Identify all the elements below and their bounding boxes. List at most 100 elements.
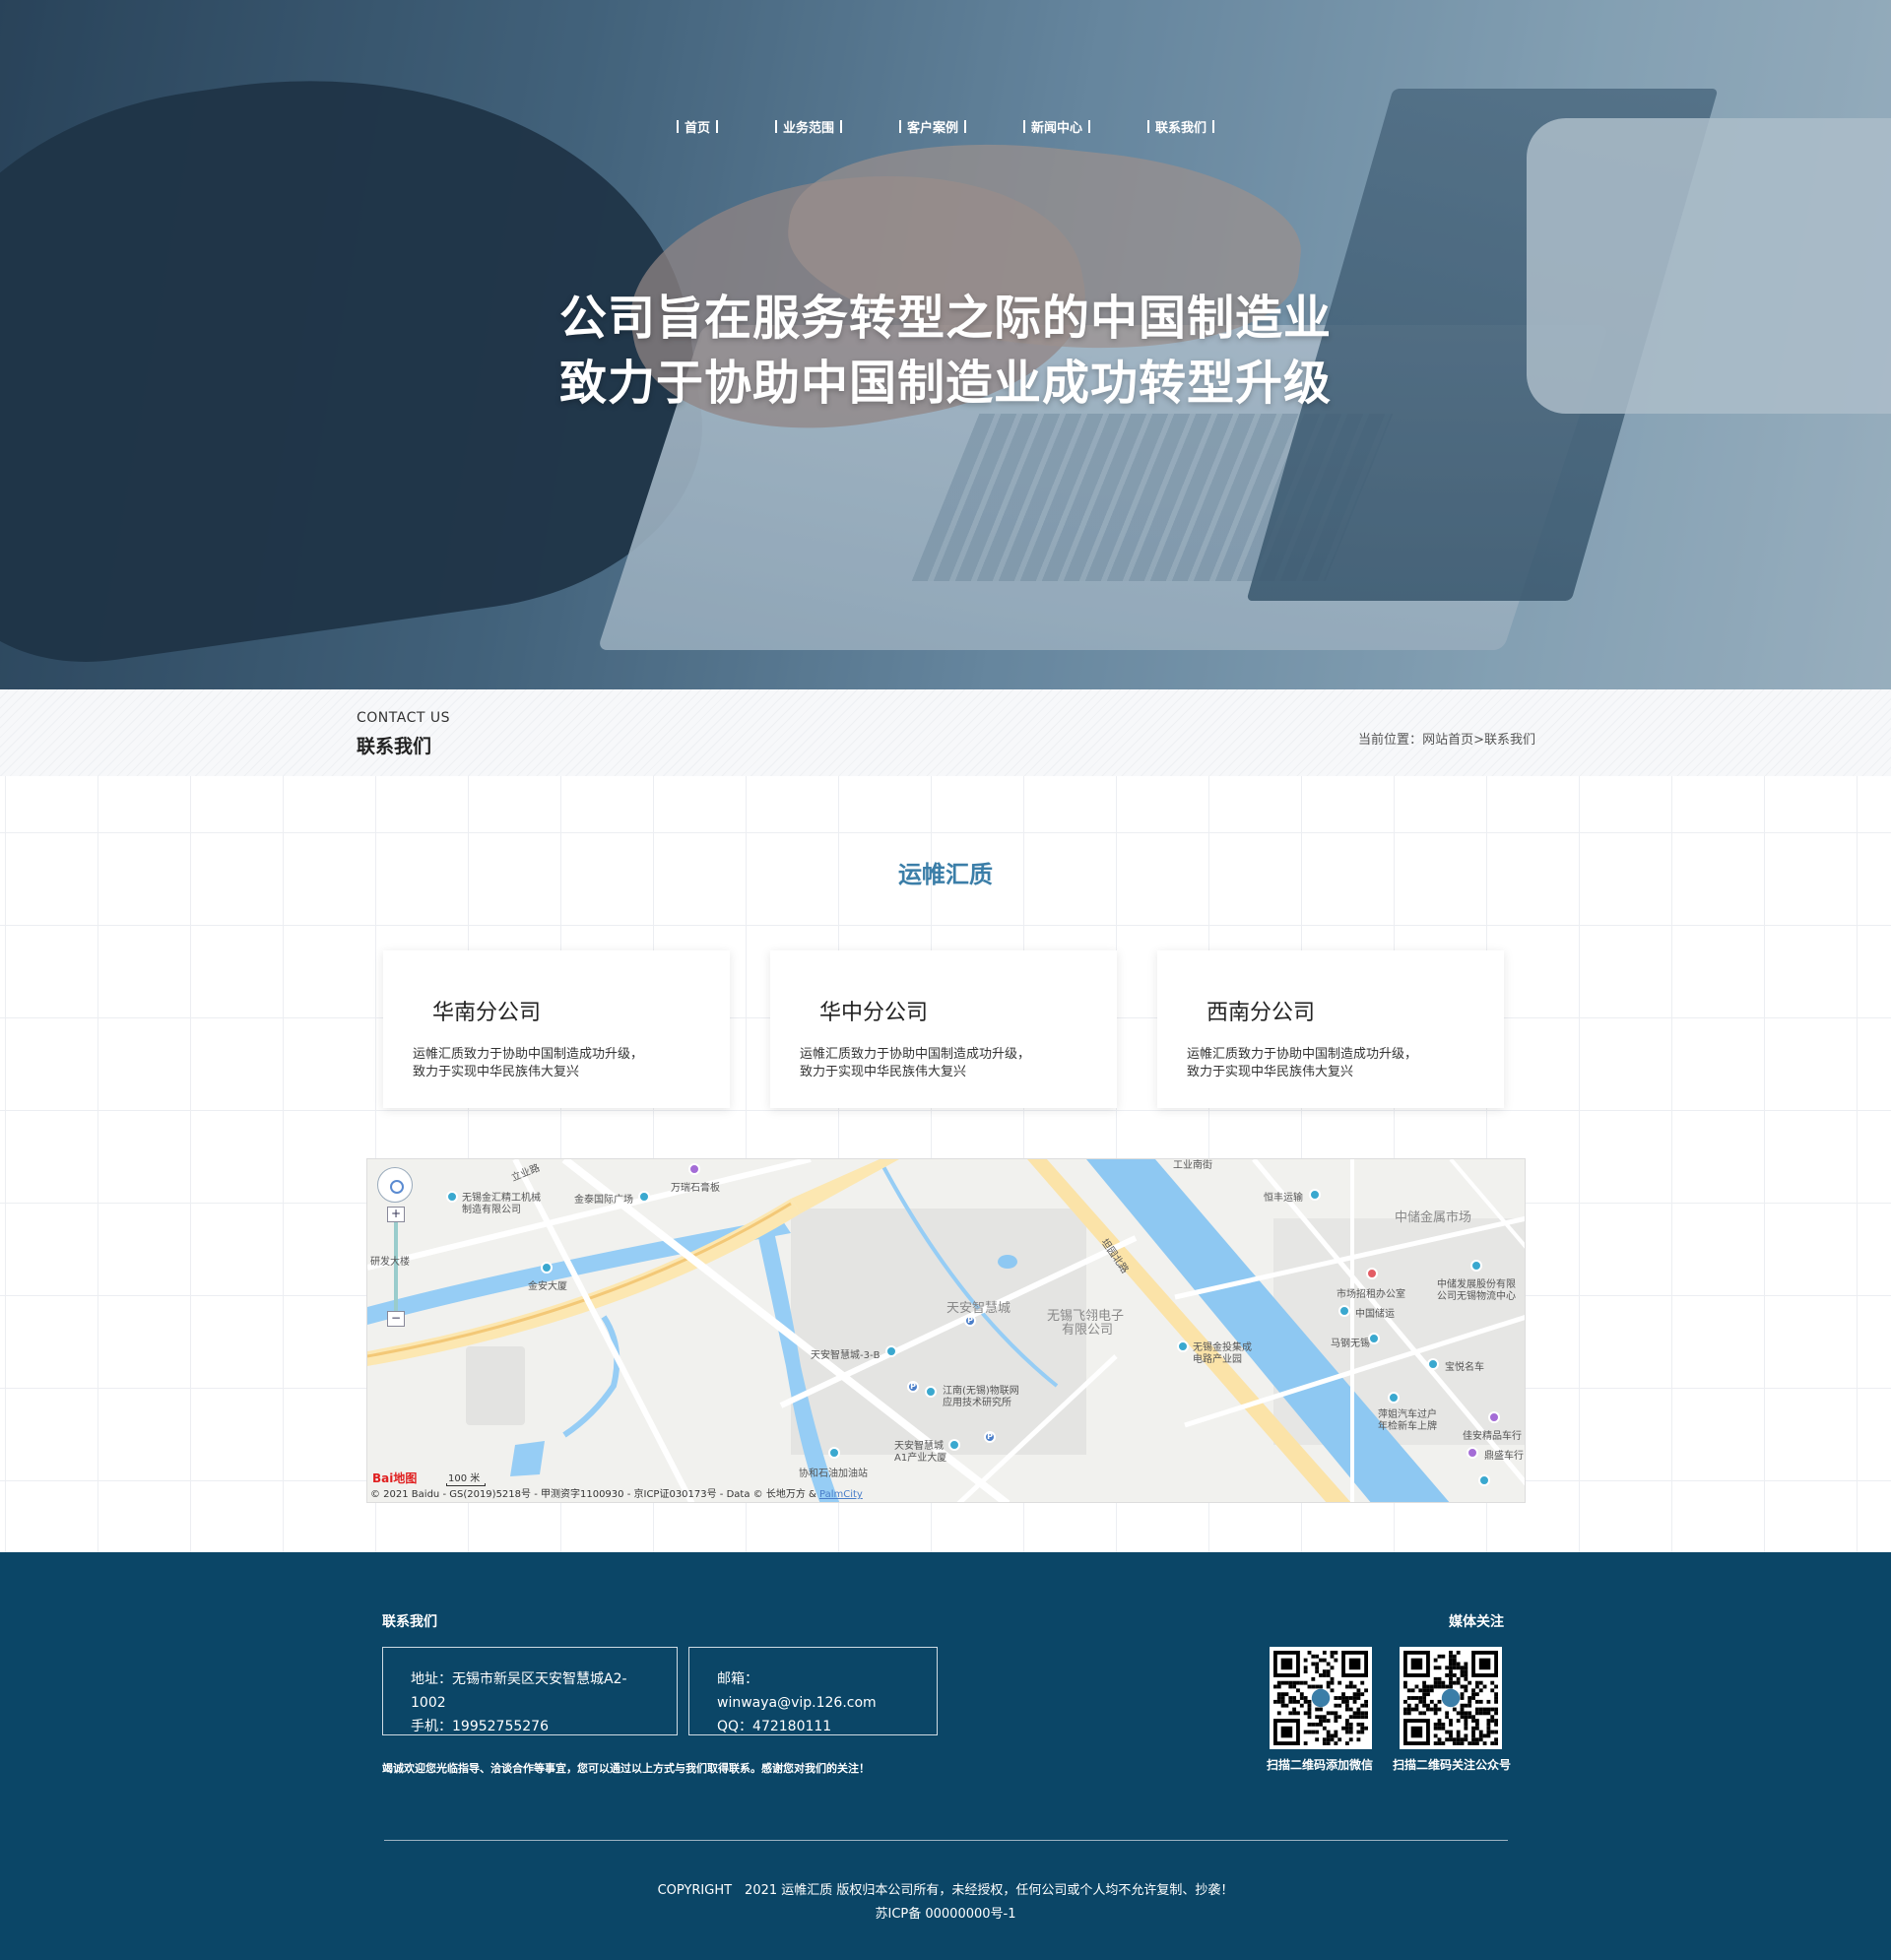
- map-copyright: © 2021 Baidu - GS(2019)5218号 - 甲测资字11009…: [370, 1485, 863, 1500]
- map-poi-label: 佳安精品车行: [1463, 1431, 1522, 1442]
- map-poi-marker[interactable]: [1470, 1260, 1482, 1272]
- official-account-qr-code: [1400, 1647, 1502, 1749]
- map-poi-marker[interactable]: [1177, 1340, 1189, 1352]
- footer-email: 邮箱：winwaya@vip.126.com: [717, 1671, 877, 1711]
- footer-address: 地址：无锡市新吴区天安智慧城A2-1002: [411, 1671, 627, 1711]
- footer-qq: QQ：472180111: [717, 1719, 832, 1734]
- branch-card-title: 西南分公司: [1206, 1001, 1316, 1025]
- hero-title-line-2: 致力于协助中国制造业成功转型升级: [558, 356, 1332, 411]
- nav-item-cases[interactable]: 客户案例: [893, 116, 972, 136]
- map-poi-label: 研发大楼: [370, 1257, 410, 1268]
- qr-code-icon: [1403, 1651, 1498, 1745]
- nav-divider: [964, 119, 966, 133]
- map-poi-label: 马钢无锡: [1331, 1339, 1370, 1349]
- map-poi-marker[interactable]: [1388, 1392, 1400, 1404]
- map-poi-marker[interactable]: [1467, 1447, 1478, 1459]
- branch-card-text-line: 运帷汇质致力于协助中国制造成功升级，: [800, 1047, 1031, 1062]
- branch-card-text-line: 运帷汇质致力于协助中国制造成功升级，: [413, 1047, 644, 1062]
- nav-divider: [839, 119, 842, 133]
- map-poi-marker[interactable]: [1309, 1189, 1321, 1201]
- map-poi-label: 万瑞石膏板: [671, 1183, 720, 1194]
- map-poi-label: 市场招租办公室: [1337, 1289, 1405, 1300]
- branch-card-south: 华南分公司 运帷汇质致力于协助中国制造成功升级， 致力于实现中华民族伟大复兴: [383, 950, 730, 1108]
- qr-caption-official-account: 扫描二维码关注公众号: [1393, 1758, 1512, 1772]
- nav-item-label: 客户案例: [906, 120, 958, 136]
- map-area-label: 有限公司: [1062, 1323, 1114, 1338]
- nav-divider: [715, 119, 718, 133]
- page-title: 联系我们: [357, 736, 432, 757]
- breadcrumb-current-link[interactable]: 联系我们: [1484, 733, 1535, 748]
- hero-title-line-1: 公司旨在服务转型之际的中国制造业: [558, 291, 1332, 346]
- section-title: 运帷汇质: [898, 861, 993, 888]
- map-poi-marker[interactable]: [1427, 1358, 1439, 1370]
- map-parking-marker[interactable]: P: [984, 1431, 996, 1443]
- footer: 联系我们 媒体关注 地址：无锡市新吴区天安智慧城A2-1002 手机：19952…: [0, 1552, 1891, 1960]
- nav-item-label: 业务范围: [782, 120, 834, 136]
- map-pan-control[interactable]: [377, 1167, 413, 1203]
- map-poi-marker[interactable]: [885, 1345, 897, 1357]
- map-scale-label: 100 米: [448, 1473, 481, 1484]
- nav-item-business[interactable]: 业务范围: [769, 116, 848, 136]
- nav-item-label: 新闻中心: [1031, 120, 1083, 136]
- map-poi-label: 应用技术研究所: [943, 1398, 1011, 1408]
- map-parking-marker[interactable]: P: [964, 1315, 976, 1327]
- map-parking-marker[interactable]: P: [907, 1381, 919, 1393]
- branch-card-text-line: 致力于实现中华民族伟大复兴: [1187, 1065, 1354, 1079]
- map-poi-label: 中国储运: [1355, 1309, 1395, 1320]
- map-zoom-out-button[interactable]: −: [387, 1311, 405, 1327]
- nav-divider: [774, 119, 777, 133]
- nav-divider: [898, 119, 901, 133]
- map-poi-marker[interactable]: [541, 1262, 553, 1274]
- footer-email-box: 邮箱：winwaya@vip.126.com QQ：472180111: [688, 1647, 938, 1735]
- baidu-map[interactable]: + − 立业路 无锡金汇精工机械 制造有限公司 金泰国际广场 万瑞石膏板 研发大…: [366, 1158, 1526, 1503]
- map-area-label: 天安智慧城: [946, 1301, 1011, 1316]
- map-poi-label: 公司无锡物流中心: [1437, 1291, 1516, 1302]
- map-poi-marker[interactable]: [446, 1191, 458, 1203]
- footer-contact-title: 联系我们: [382, 1614, 437, 1630]
- nav-item-contact[interactable]: 联系我们: [1141, 116, 1220, 136]
- branch-card-text-line: 运帷汇质致力于协助中国制造成功升级，: [1187, 1047, 1418, 1062]
- map-poi-label: 鼎盛车行: [1484, 1451, 1524, 1462]
- branch-card-text: 运帷汇质致力于协助中国制造成功升级， 致力于实现中华民族伟大复兴: [1187, 1046, 1417, 1081]
- map-poi-marker[interactable]: [688, 1163, 700, 1175]
- qr-caption-wechat: 扫描二维码添加微信: [1267, 1758, 1374, 1772]
- branch-card-text: 运帷汇质致力于协助中国制造成功升级， 致力于实现中华民族伟大复兴: [413, 1046, 643, 1081]
- map-copyright-text: © 2021 Baidu - GS(2019)5218号 - 甲测资字11009…: [370, 1489, 816, 1500]
- map-poi-marker[interactable]: [1488, 1411, 1500, 1423]
- map-poi-marker[interactable]: [828, 1447, 840, 1459]
- footer-media-title: 媒体关注: [1449, 1614, 1504, 1630]
- map-poi-label: 协和石油加油站: [799, 1469, 868, 1479]
- map-area-label: 中储金属市场: [1395, 1210, 1472, 1225]
- nav-item-news[interactable]: 新闻中心: [1017, 116, 1096, 136]
- branch-card-title: 华中分公司: [819, 1001, 929, 1025]
- map-poi-label: A1产业大厦: [894, 1453, 947, 1464]
- map-poi-marker[interactable]: [948, 1439, 960, 1451]
- map-poi-marker[interactable]: [925, 1386, 937, 1398]
- nav-divider: [1147, 119, 1150, 133]
- map-poi-label: 恒丰运输: [1264, 1193, 1303, 1204]
- map-poi-marker[interactable]: [1368, 1333, 1380, 1344]
- main-nav: 首页 业务范围 客户案例 新闻中心 联系我们: [0, 116, 1891, 136]
- nav-item-home[interactable]: 首页: [671, 116, 724, 136]
- map-poi-marker[interactable]: [1338, 1305, 1350, 1317]
- map-poi-label: 制造有限公司: [462, 1205, 521, 1215]
- breadcrumb-strip: [0, 689, 1891, 776]
- map-poi-marker[interactable]: [1366, 1268, 1378, 1279]
- map-poi-marker[interactable]: [638, 1191, 650, 1203]
- icp-number: 苏ICP备 00000000号-1: [875, 1907, 1016, 1922]
- footer-phone: 手机：19952755276: [411, 1719, 549, 1734]
- nav-divider: [1212, 119, 1215, 133]
- map-poi-label: 金安大厦: [528, 1281, 567, 1292]
- footer-divider: [384, 1840, 1508, 1841]
- map-road-label: 工业南街: [1173, 1160, 1212, 1171]
- map-poi-marker[interactable]: [1478, 1474, 1490, 1486]
- breadcrumb-home-link[interactable]: 网站首页: [1422, 733, 1473, 748]
- map-copyright-link[interactable]: PalmCity: [819, 1489, 863, 1500]
- map-poi-label: 年检新车上牌: [1378, 1421, 1437, 1432]
- nav-divider: [1023, 119, 1025, 133]
- map-zoom-in-button[interactable]: +: [387, 1207, 405, 1222]
- branch-card-text-line: 致力于实现中华民族伟大复兴: [413, 1065, 580, 1079]
- baidu-map-logo[interactable]: Bai地图: [372, 1470, 417, 1486]
- breadcrumb-prefix: 当前位置：: [1358, 733, 1423, 748]
- nav-item-label: 首页: [684, 120, 710, 136]
